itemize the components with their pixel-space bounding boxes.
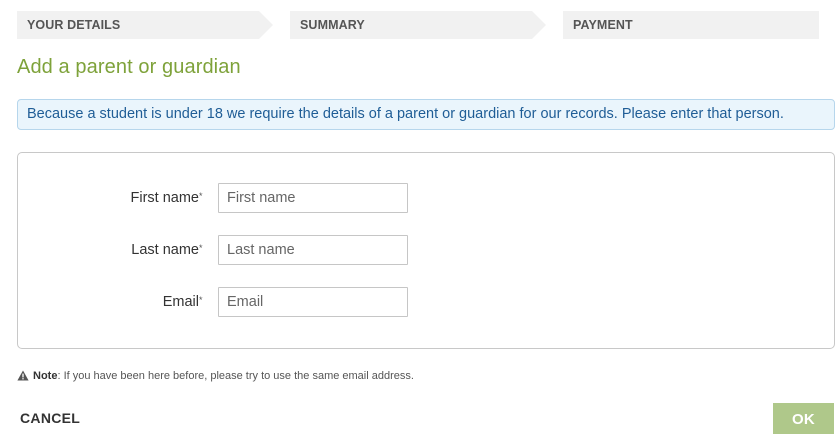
last-name-label: Last name bbox=[131, 242, 199, 258]
guardian-form: First name * Last name * Email * bbox=[17, 152, 835, 349]
email-label: Email bbox=[162, 294, 199, 310]
last-name-input[interactable] bbox=[218, 235, 408, 265]
required-marker: * bbox=[199, 295, 203, 305]
info-banner: Because a student is under 18 we require… bbox=[17, 99, 835, 130]
step-summary: SUMMARY bbox=[290, 11, 546, 39]
form-row-first-name: First name * bbox=[18, 183, 834, 213]
step-your-details: YOUR DETAILS bbox=[17, 11, 273, 39]
warning-icon bbox=[17, 370, 29, 381]
ok-button[interactable]: OK bbox=[773, 403, 834, 434]
checkout-steps: YOUR DETAILS SUMMARY PAYMENT bbox=[17, 11, 819, 39]
page-title: Add a parent or guardian bbox=[17, 56, 241, 78]
first-name-input[interactable] bbox=[218, 183, 408, 213]
step-payment: PAYMENT bbox=[563, 11, 819, 39]
cancel-button[interactable]: CANCEL bbox=[20, 405, 80, 431]
form-row-email: Email * bbox=[18, 287, 834, 317]
step-arrow bbox=[532, 11, 546, 39]
required-marker: * bbox=[199, 243, 203, 253]
first-name-label: First name bbox=[130, 190, 200, 206]
email-note: Note: If you have been here before, plea… bbox=[17, 368, 414, 384]
step-label: YOUR DETAILS bbox=[27, 18, 121, 32]
step-label: SUMMARY bbox=[300, 18, 365, 32]
required-marker: * bbox=[199, 191, 203, 201]
email-input[interactable] bbox=[218, 287, 408, 317]
step-arrow bbox=[259, 11, 273, 39]
note-label: Note bbox=[33, 370, 58, 382]
form-row-last-name: Last name * bbox=[18, 235, 834, 265]
note-text: : If you have been here before, please t… bbox=[57, 370, 414, 382]
step-label: PAYMENT bbox=[573, 18, 633, 32]
